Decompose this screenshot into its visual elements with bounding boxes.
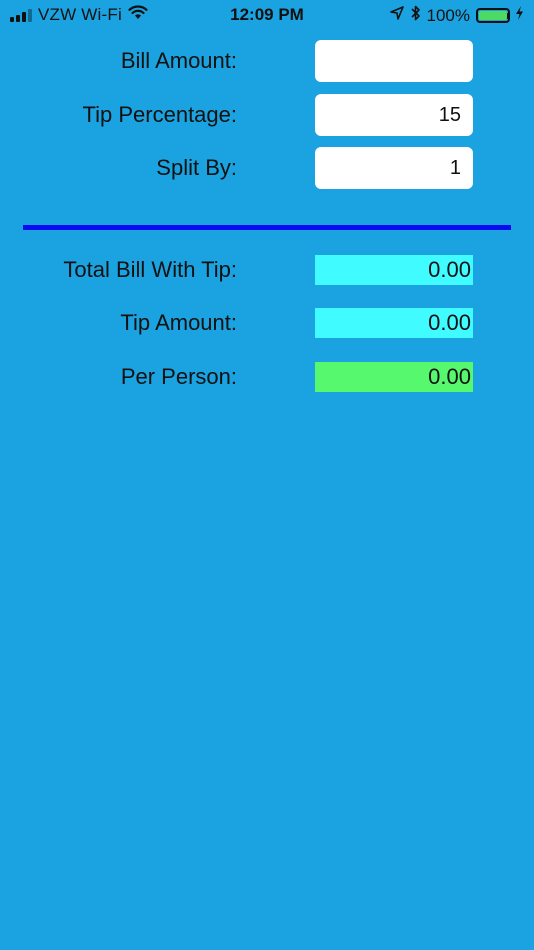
tip-percentage-row: Tip Percentage: 15 [0, 94, 534, 136]
tip-amount-value: 0.00 [315, 308, 473, 338]
split-by-label: Split By: [156, 155, 237, 180]
charging-bolt-icon [515, 6, 524, 25]
battery-percent: 100% [426, 5, 470, 25]
total-bill-row: Total Bill With Tip: 0.00 [0, 255, 534, 285]
tip-percentage-input[interactable]: 15 [315, 94, 473, 136]
tip-amount-label: Tip Amount: [120, 310, 237, 335]
tip-amount-row: Tip Amount: 0.00 [0, 308, 534, 338]
bill-amount-row: Bill Amount: [0, 40, 534, 82]
per-person-label: Per Person: [120, 364, 237, 389]
per-person-value: 0.00 [315, 362, 473, 392]
battery-fill [479, 11, 507, 20]
status-right: 100% [389, 5, 524, 26]
total-bill-label: Total Bill With Tip: [63, 257, 237, 282]
location-arrow-icon [389, 6, 404, 25]
tip-percentage-label: Tip Percentage: [82, 102, 238, 127]
status-bar: VZW Wi-Fi 12:09 PM 100% [0, 0, 534, 30]
bill-amount-label: Bill Amount: [120, 48, 237, 73]
per-person-row: Per Person: 0.00 [0, 362, 534, 392]
total-bill-value: 0.00 [315, 255, 473, 285]
bill-amount-input[interactable] [315, 40, 473, 82]
bluetooth-icon [410, 5, 421, 26]
section-divider [23, 225, 511, 230]
split-by-input[interactable]: 1 [315, 147, 473, 189]
battery-icon [476, 8, 510, 23]
split-by-row: Split By: 1 [0, 147, 534, 189]
